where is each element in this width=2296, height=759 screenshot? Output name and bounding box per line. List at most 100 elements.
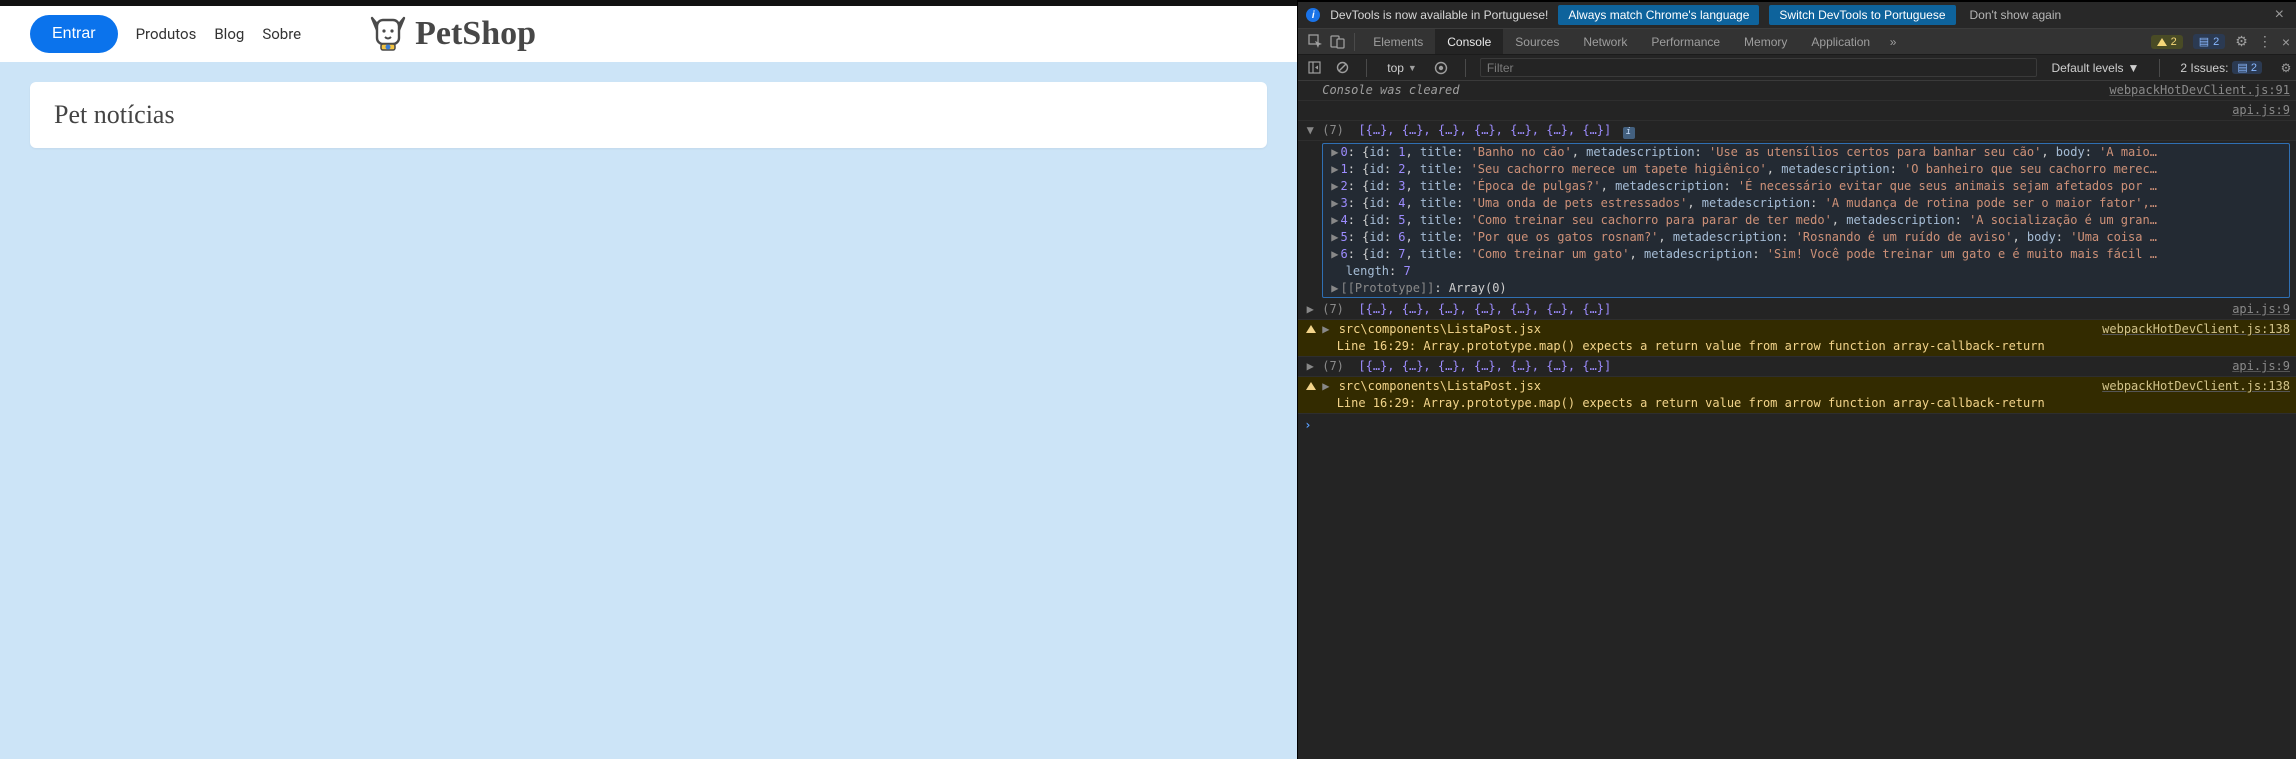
login-button[interactable]: Entrar — [30, 15, 118, 53]
live-expression-icon[interactable] — [1431, 58, 1451, 78]
array-entry[interactable]: ▶0: {id: 1, title: 'Banho no cão', metad… — [1323, 144, 2289, 161]
source-link[interactable]: api.js:9 — [2222, 358, 2290, 375]
warning-triangle-icon — [1306, 382, 1316, 390]
warnings-chip[interactable]: 2 — [2151, 35, 2183, 49]
infobar-close-icon[interactable]: × — [2271, 6, 2288, 24]
device-toolbar-icon[interactable] — [1326, 31, 1348, 53]
caret-down-icon: ▼ — [2128, 61, 2140, 75]
console-row-array-collapsed[interactable]: ▶ (7) [{…}, {…}, {…}, {…}, {…}, {…}, {…}… — [1298, 357, 2296, 377]
console-row-array-expanded[interactable]: ▼ (7) [{…}, {…}, {…}, {…}, {…}, {…}, {…}… — [1298, 121, 2296, 141]
console-prompt[interactable]: › — [1298, 414, 2296, 437]
chevron-right-icon[interactable]: ▶ — [1322, 322, 1329, 336]
inspect-element-icon[interactable] — [1304, 31, 1326, 53]
source-link[interactable]: webpackHotDevClient.js:138 — [2092, 378, 2290, 412]
warning-message: Line 16:29: Array.prototype.map() expect… — [1337, 339, 2045, 353]
app-body: Pet notícias — [0, 62, 1297, 168]
brand: PetShop — [369, 14, 536, 54]
log-levels-select[interactable]: Default levels ▼ — [2045, 61, 2145, 75]
warning-triangle-icon — [2157, 38, 2167, 46]
dog-logo-icon — [369, 14, 407, 54]
warning-file: src\components\ListaPost.jsx — [1339, 379, 1541, 393]
console-row-cleared: Console was cleared webpackHotDevClient.… — [1298, 81, 2296, 101]
messages-count: 2 — [2213, 36, 2219, 48]
console-row-warning[interactable]: ▶ src\components\ListaPost.jsx Line 16:2… — [1298, 377, 2296, 414]
array-preview: [{…}, {…}, {…}, {…}, {…}, {…}, {…}] — [1358, 302, 1611, 316]
source-link[interactable]: webpackHotDevClient.js:138 — [2092, 321, 2290, 355]
array-entry[interactable]: ▶5: {id: 6, title: 'Por que os gatos ros… — [1323, 229, 2289, 246]
array-entry[interactable]: ▶6: {id: 7, title: 'Como treinar um gato… — [1323, 246, 2289, 263]
array-length: (7) — [1322, 123, 1344, 137]
levels-label: Default levels — [2051, 61, 2123, 75]
warning-triangle-icon — [1306, 325, 1316, 333]
settings-gear-icon[interactable]: ⚙ — [2235, 33, 2248, 50]
tab-network[interactable]: Network — [1571, 29, 1639, 54]
infobar-switch-button[interactable]: Switch DevTools to Portuguese — [1769, 5, 1955, 25]
issues-label: 2 Issues: — [2180, 61, 2228, 75]
array-length: (7) — [1322, 359, 1344, 373]
source-link[interactable]: api.js:9 — [2222, 102, 2290, 119]
tab-memory[interactable]: Memory — [1732, 29, 1799, 54]
tab-sources[interactable]: Sources — [1503, 29, 1571, 54]
chevron-right-icon[interactable]: ▶ — [1331, 247, 1338, 261]
chevron-right-icon[interactable]: ▶ — [1331, 145, 1338, 159]
nav-blog[interactable]: Blog — [214, 25, 244, 43]
prompt-chevron-icon: › — [1304, 417, 1311, 434]
chevron-right-icon[interactable]: ▶ — [1331, 196, 1338, 210]
chevron-down-icon[interactable]: ▼ — [1307, 123, 1314, 137]
array-entry[interactable]: ▶4: {id: 5, title: 'Como treinar seu cac… — [1323, 212, 2289, 229]
issues-chip[interactable]: 2 Issues: ▤ 2 — [2174, 61, 2268, 75]
tab-console[interactable]: Console — [1435, 29, 1503, 54]
chevron-right-icon[interactable]: ▶ — [1307, 302, 1314, 316]
card-title: Pet notícias — [54, 100, 1243, 130]
array-prototype-row[interactable]: ▶[[Prototype]]: Array(0) — [1323, 280, 2289, 297]
info-icon: i — [1306, 8, 1320, 22]
brand-name: PetShop — [415, 15, 536, 53]
chevron-right-icon[interactable]: ▶ — [1331, 281, 1338, 295]
source-link[interactable]: api.js:9 — [2222, 301, 2290, 318]
chevron-right-icon[interactable]: ▶ — [1331, 230, 1338, 244]
issues-count: ▤ 2 — [2232, 61, 2262, 74]
nav-produtos[interactable]: Produtos — [136, 25, 197, 43]
devtools-close-icon[interactable]: × — [2282, 34, 2290, 50]
more-tabs-icon[interactable]: » — [1882, 31, 1904, 53]
separator — [1366, 59, 1367, 77]
app-header: Entrar Produtos Blog Sobre PetShop — [0, 6, 1297, 62]
chevron-right-icon[interactable]: ▶ — [1331, 213, 1338, 227]
chevron-right-icon[interactable]: ▶ — [1322, 379, 1329, 393]
array-preview: [{…}, {…}, {…}, {…}, {…}, {…}, {…}] — [1358, 359, 1611, 373]
nav-sobre[interactable]: Sobre — [262, 25, 301, 43]
devtools-tabs: Elements Console Sources Network Perform… — [1298, 28, 2296, 55]
array-entry[interactable]: ▶3: {id: 4, title: 'Uma onda de pets est… — [1323, 195, 2289, 212]
tab-application[interactable]: Application — [1799, 29, 1882, 54]
app-pane: Entrar Produtos Blog Sobre PetShop — [0, 0, 1297, 759]
messages-chip[interactable]: ▤ 2 — [2193, 34, 2226, 49]
console-row-warning[interactable]: ▶ src\components\ListaPost.jsx Line 16:2… — [1298, 320, 2296, 357]
message-icon: ▤ — [2199, 35, 2209, 48]
console-body[interactable]: Console was cleared webpackHotDevClient.… — [1298, 81, 2296, 759]
devtools-pane: i DevTools is now available in Portugues… — [1297, 0, 2296, 759]
context-selector[interactable]: top ▼ — [1381, 59, 1423, 77]
tab-performance[interactable]: Performance — [1639, 29, 1732, 54]
caret-down-icon: ▼ — [1408, 63, 1417, 73]
source-link[interactable]: webpackHotDevClient.js:91 — [2099, 82, 2290, 99]
console-filter-input[interactable] — [1480, 58, 2038, 77]
console-sidebar-toggle-icon[interactable] — [1304, 58, 1324, 78]
infobar-dont-show[interactable]: Don't show again — [1970, 8, 2062, 22]
info-badge-icon[interactable]: i — [1623, 127, 1635, 139]
chevron-right-icon[interactable]: ▶ — [1331, 179, 1338, 193]
console-row-array-collapsed[interactable]: ▶ (7) [{…}, {…}, {…}, {…}, {…}, {…}, {…}… — [1298, 300, 2296, 320]
tab-elements[interactable]: Elements — [1361, 29, 1435, 54]
console-row-api1: api.js:9 — [1298, 101, 2296, 121]
infobar-match-button[interactable]: Always match Chrome's language — [1558, 5, 1759, 25]
chevron-right-icon[interactable]: ▶ — [1331, 162, 1338, 176]
chevron-right-icon[interactable]: ▶ — [1307, 359, 1314, 373]
warning-file: src\components\ListaPost.jsx — [1339, 322, 1541, 336]
console-settings-gear-icon[interactable]: ⚙ — [2276, 58, 2296, 78]
more-menu-icon[interactable]: ⋮ — [2258, 33, 2272, 50]
clear-console-icon[interactable] — [1332, 58, 1352, 78]
array-entry[interactable]: ▶2: {id: 3, title: 'Época de pulgas?', m… — [1323, 178, 2289, 195]
warning-message: Line 16:29: Array.prototype.map() expect… — [1337, 396, 2045, 410]
array-entry[interactable]: ▶1: {id: 2, title: 'Seu cachorro merece … — [1323, 161, 2289, 178]
array-preview: [{…}, {…}, {…}, {…}, {…}, {…}, {…}] — [1358, 123, 1611, 137]
warnings-count: 2 — [2171, 36, 2177, 48]
